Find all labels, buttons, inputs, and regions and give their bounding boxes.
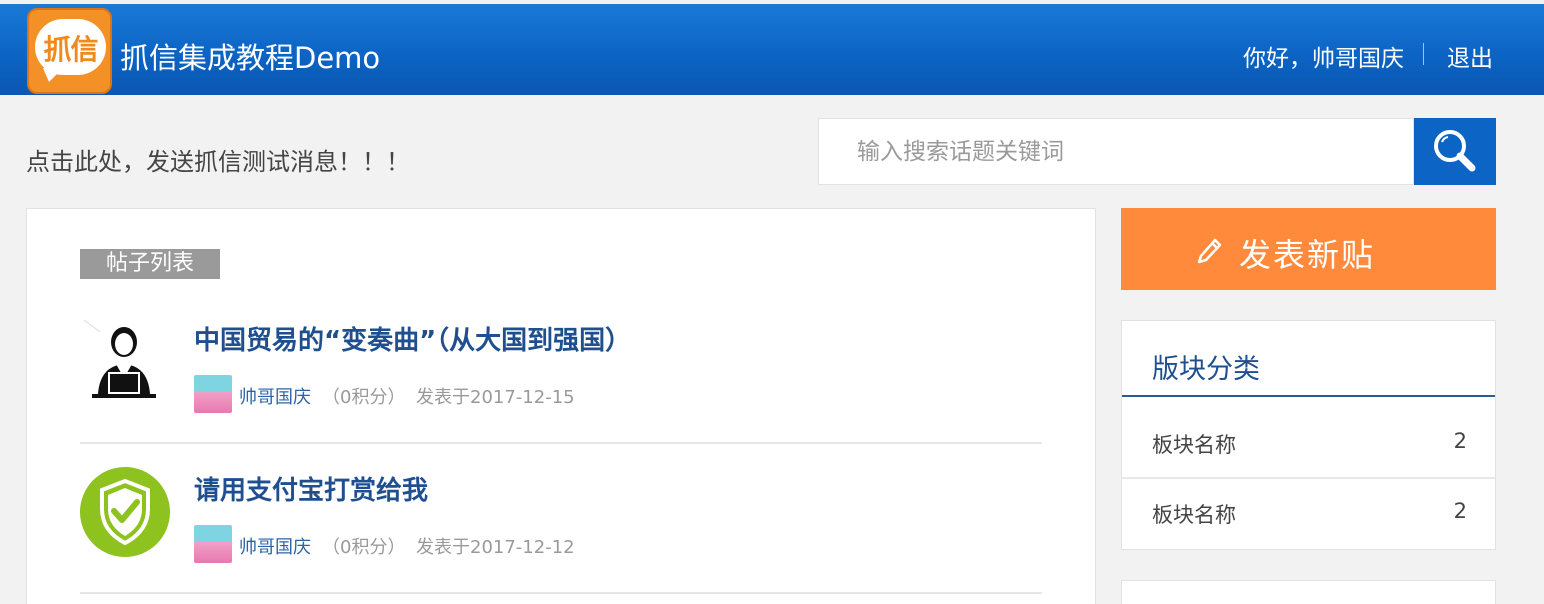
board-item[interactable]: 板块名称 2 xyxy=(1122,479,1495,547)
post-avatar[interactable] xyxy=(80,467,170,557)
site-title[interactable]: 抓信集成教程Demo xyxy=(120,35,380,77)
search-input[interactable] xyxy=(819,119,1413,184)
board-category-panel: 版块分类 板块名称 2 板块名称 2 xyxy=(1121,320,1496,550)
post-title[interactable]: 中国贸易的“变奏曲”（从大国到强国） xyxy=(194,320,631,357)
pencil-icon xyxy=(1197,238,1222,264)
author-name[interactable]: 帅哥国庆 xyxy=(239,533,311,559)
board-item-name: 板块名称 xyxy=(1152,433,1236,457)
author-name[interactable]: 帅哥国庆 xyxy=(239,383,311,409)
top-navbar: 抓信 抓信集成教程Demo 你好，帅哥国庆 退出 xyxy=(0,4,1544,95)
sidebar-next-panel xyxy=(1121,580,1496,604)
post-title[interactable]: 请用支付宝打赏给我 xyxy=(194,470,428,507)
search-button[interactable] xyxy=(1414,118,1496,185)
new-post-button[interactable]: 发表新贴 xyxy=(1121,208,1496,290)
author-points: （0积分） xyxy=(322,387,406,408)
person-at-laptop-icon xyxy=(83,319,156,398)
board-item-name: 板块名称 xyxy=(1152,503,1236,527)
board-item-count: 2 xyxy=(1453,429,1467,453)
post-date: 发表于2017-12-15 xyxy=(416,387,575,408)
post-divider xyxy=(80,442,1042,444)
board-item[interactable]: 板块名称 2 xyxy=(1122,409,1495,477)
header-divider xyxy=(1423,43,1424,65)
user-greeting[interactable]: 你好，帅哥国庆 xyxy=(1243,39,1404,73)
shield-check-icon xyxy=(80,467,170,557)
post-divider xyxy=(80,592,1042,594)
logo-bubble-tail xyxy=(43,68,63,82)
author-points: （0积分） xyxy=(322,537,406,558)
new-post-label: 发表新贴 xyxy=(1239,236,1376,274)
post-date: 发表于2017-12-12 xyxy=(416,537,575,558)
send-test-message-link[interactable]: 点击此处，发送抓信测试消息！！！ xyxy=(26,142,410,177)
app-logo[interactable]: 抓信 xyxy=(27,8,112,94)
board-item-count: 2 xyxy=(1453,499,1467,523)
board-title-underline xyxy=(1122,395,1495,397)
author-avatar[interactable] xyxy=(194,525,232,563)
section-label-post-list: 帖子列表 xyxy=(80,249,220,279)
logout-link[interactable]: 退出 xyxy=(1447,39,1493,73)
logo-text: 抓信 xyxy=(43,33,98,66)
post-avatar[interactable] xyxy=(80,318,170,408)
author-avatar[interactable] xyxy=(194,375,232,413)
search-box xyxy=(818,118,1414,185)
search-icon xyxy=(1434,130,1476,172)
board-category-title: 版块分类 xyxy=(1152,354,1260,385)
